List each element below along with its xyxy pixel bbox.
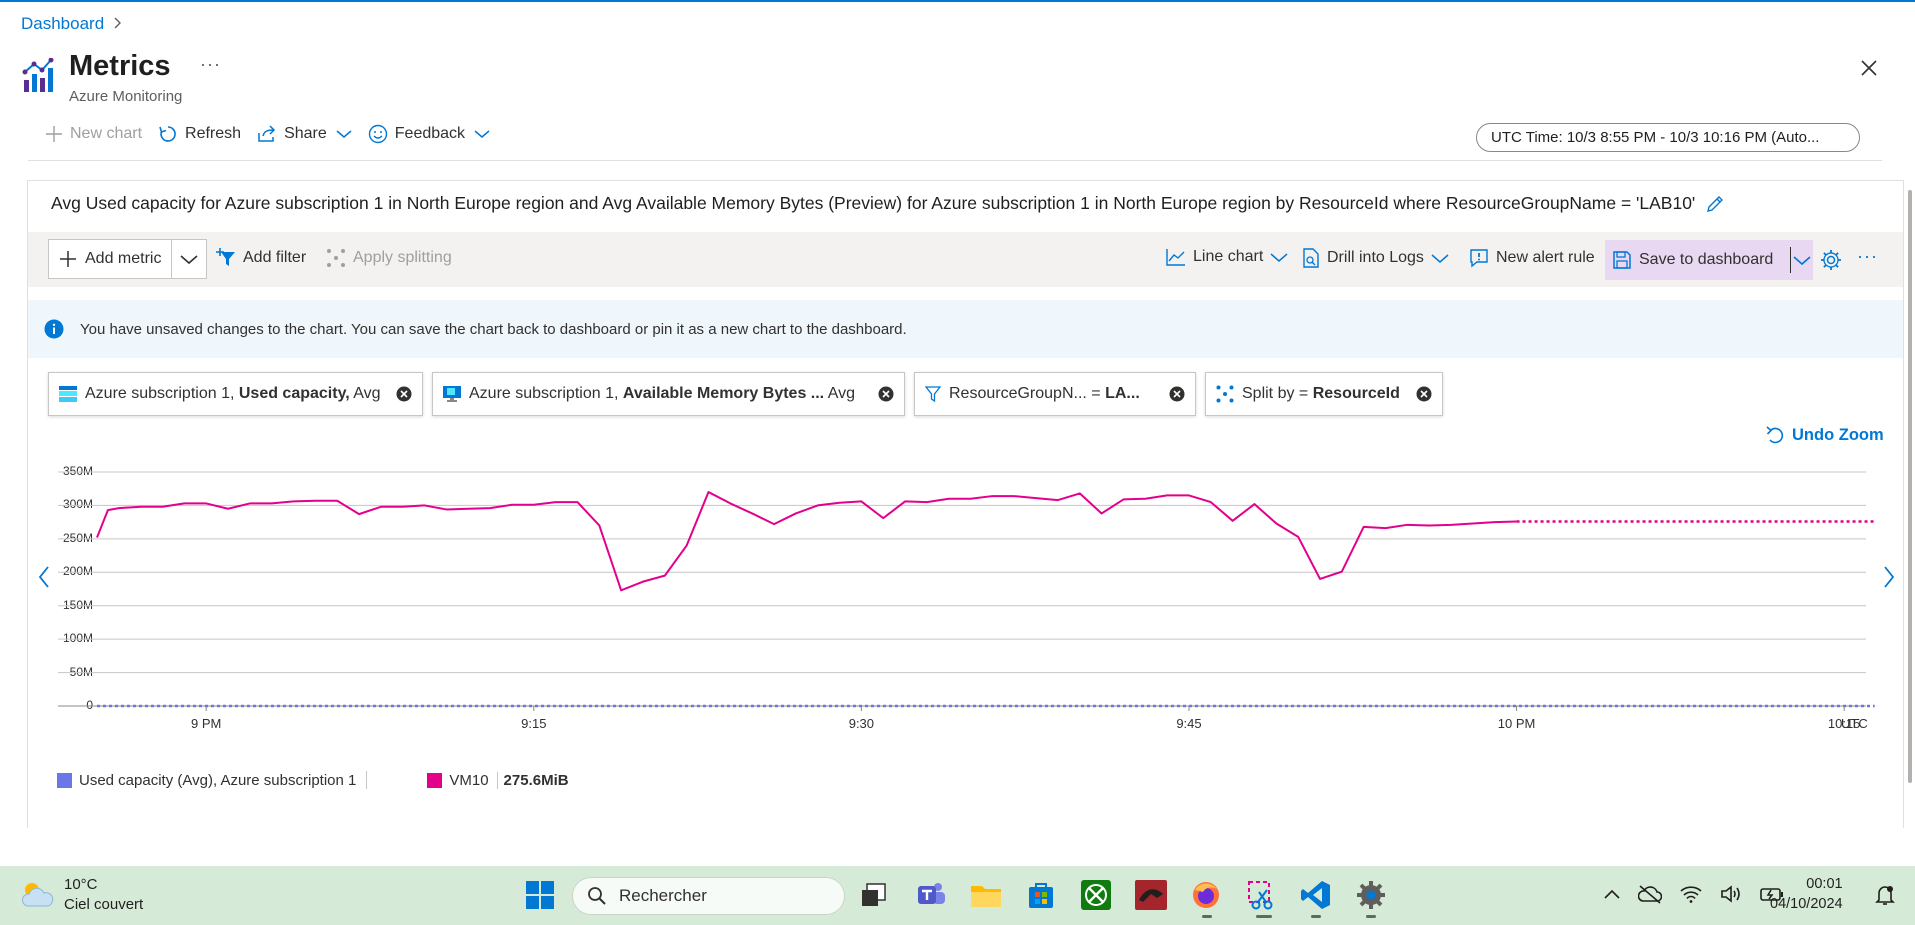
task-view-icon[interactable]: [858, 879, 890, 911]
legend-label-vm10[interactable]: VM10: [449, 772, 488, 789]
metrics-line-chart[interactable]: [0, 0, 1915, 760]
clock-time: 00:01: [1806, 876, 1843, 892]
xbox-icon[interactable]: [1080, 879, 1112, 911]
firefox-icon[interactable]: [1190, 879, 1222, 911]
legend-swatch-used-capacity: [57, 772, 72, 788]
weather-temperature: 10°C: [64, 876, 98, 893]
teams-icon[interactable]: [915, 879, 947, 911]
app-icon-red[interactable]: [1135, 879, 1167, 911]
taskbar-search-box[interactable]: Rechercher: [572, 877, 845, 915]
weather-description: Ciel couvert: [64, 896, 144, 913]
cloud-offline-icon[interactable]: [1638, 884, 1662, 904]
panel-scrollbar-thumb[interactable]: [1908, 190, 1912, 783]
microsoft-store-icon[interactable]: [1025, 879, 1057, 911]
legend-swatch-vm10: [427, 772, 443, 788]
wifi-icon[interactable]: [1680, 885, 1702, 903]
weather-widget[interactable]: 10°C Ciel couvert: [20, 875, 143, 915]
running-indicator: [1366, 915, 1376, 918]
legend-divider: [366, 771, 368, 789]
windows-start-icon[interactable]: [524, 879, 556, 911]
legend-label-used-capacity[interactable]: Used capacity (Avg), Azure subscription …: [79, 772, 356, 789]
legend-value-vm10: 275.6MiB: [496, 771, 569, 789]
taskbar-clock[interactable]: 00:01 04/10/2024: [1770, 874, 1843, 914]
search-placeholder: Rechercher: [619, 886, 707, 905]
snipping-tool-icon[interactable]: [1245, 879, 1277, 911]
running-indicator: [1256, 915, 1272, 918]
running-indicator: [1202, 915, 1212, 918]
cloudy-weather-icon: [22, 883, 54, 907]
chevron-up-icon[interactable]: [1604, 889, 1620, 899]
vscode-icon[interactable]: [1300, 879, 1332, 911]
chart-legend: Used capacity (Avg), Azure subscription …: [57, 771, 569, 789]
file-explorer-icon[interactable]: [970, 879, 1002, 911]
series-line: [96, 491, 1517, 592]
notification-bell-icon[interactable]: [1875, 884, 1895, 911]
clock-date: 04/10/2024: [1770, 896, 1843, 912]
settings-app-icon[interactable]: [1355, 879, 1387, 911]
system-tray: [1604, 884, 1784, 904]
search-icon: [588, 887, 606, 905]
running-indicator: [1311, 915, 1321, 918]
volume-icon[interactable]: [1720, 885, 1742, 903]
